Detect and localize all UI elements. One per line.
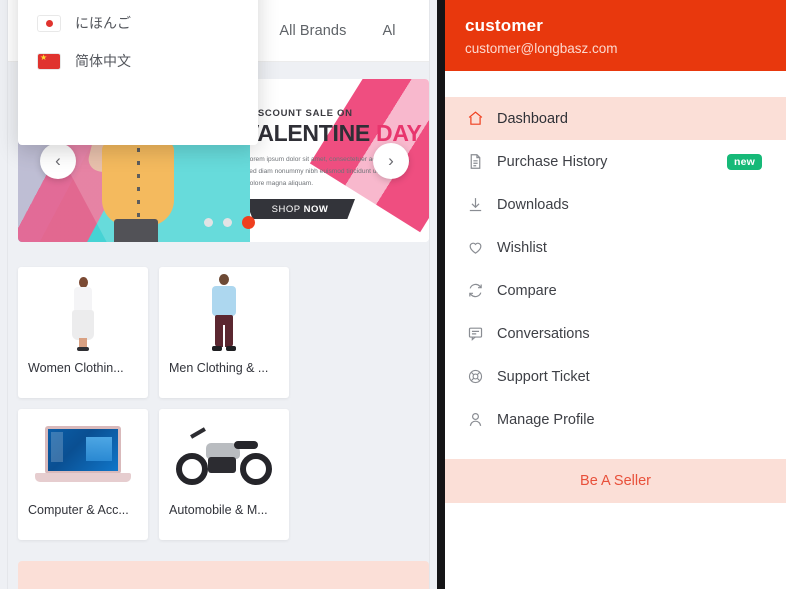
account-menu: Dashboard Purchase History new Downloads… xyxy=(445,71,786,441)
category-card-automobile-motorcycle[interactable]: Automobile & M... xyxy=(159,409,289,540)
carousel-dot-1[interactable] xyxy=(204,218,213,227)
todays-deal-banner[interactable]: Todays Deal Hot xyxy=(18,561,429,589)
motorcycle-thumbnail xyxy=(159,409,289,503)
menu-item-downloads[interactable]: Downloads xyxy=(445,183,786,226)
store-preview-panel: s All Brands Al DISCOUNT SALE ON VALENTI… xyxy=(0,0,437,589)
category-card-women-clothing[interactable]: Women Clothin... xyxy=(18,267,148,398)
menu-item-compare[interactable]: Compare xyxy=(445,269,786,312)
carousel-prev-button[interactable]: ‹ xyxy=(40,142,76,179)
menu-label: Downloads xyxy=(497,196,569,213)
category-card-computer-accessories[interactable]: Computer & Acc... xyxy=(18,409,148,540)
language-option-chinese[interactable]: 简体中文 xyxy=(18,42,258,80)
account-user-email: customer@longbasz.com xyxy=(465,40,618,56)
chevron-right-icon: › xyxy=(388,150,394,170)
account-panel: customer customer@longbasz.com Dashboard… xyxy=(445,0,786,589)
carousel-dot-3-active[interactable] xyxy=(242,216,255,229)
menu-label: Conversations xyxy=(497,325,590,342)
menu-label: Support Ticket xyxy=(497,368,590,385)
be-a-seller-label: Be A Seller xyxy=(580,473,651,489)
refresh-icon xyxy=(467,282,497,299)
chevron-left-icon: ‹ xyxy=(55,150,61,170)
store-page: s All Brands Al DISCOUNT SALE ON VALENTI… xyxy=(8,0,429,589)
be-a-seller-button[interactable]: Be A Seller xyxy=(445,459,786,503)
chat-icon xyxy=(467,325,497,342)
panel-divider xyxy=(437,0,445,589)
menu-item-dashboard[interactable]: Dashboard xyxy=(445,97,786,140)
language-label: 简体中文 xyxy=(75,53,131,69)
laptop-thumbnail xyxy=(18,409,148,503)
menu-label: Wishlist xyxy=(497,239,547,256)
dress-thumbnail xyxy=(18,267,148,361)
menu-item-manage-profile[interactable]: Manage Profile xyxy=(445,398,786,441)
nav-link-all-brands[interactable]: All Brands xyxy=(279,23,346,39)
carousel-dots[interactable] xyxy=(204,216,255,229)
category-label: Automobile & M... xyxy=(169,503,268,517)
status-badge-new: new xyxy=(726,153,762,170)
category-label: Women Clothin... xyxy=(28,361,124,375)
language-label: にほんご xyxy=(75,15,131,31)
menu-label: Compare xyxy=(497,282,557,299)
carousel-dot-2[interactable] xyxy=(223,218,232,227)
menu-item-support-ticket[interactable]: Support Ticket xyxy=(445,355,786,398)
carousel-next-button[interactable]: › xyxy=(373,142,409,179)
heart-icon xyxy=(467,239,497,256)
home-icon xyxy=(467,110,497,127)
menu-item-wishlist[interactable]: Wishlist xyxy=(445,226,786,269)
menu-label: Purchase History xyxy=(497,153,608,170)
user-icon xyxy=(467,411,497,428)
menu-item-conversations[interactable]: Conversations xyxy=(445,312,786,355)
category-label: Computer & Acc... xyxy=(28,503,129,517)
language-dropdown-menu[interactable]: French Deutsch にほんご 简体中文 xyxy=(18,0,258,145)
document-icon xyxy=(467,153,497,170)
account-header: customer customer@longbasz.com xyxy=(445,0,786,71)
nav-link-all-categories-truncated[interactable]: Al xyxy=(382,23,395,39)
category-card-men-clothing[interactable]: Men Clothing & ... xyxy=(159,267,289,398)
lifering-icon xyxy=(467,368,497,385)
language-option-japanese[interactable]: にほんご xyxy=(18,4,258,42)
account-user-name: customer xyxy=(465,15,544,35)
shop-now-button[interactable]: SHOP NOW xyxy=(250,199,355,219)
flag-japan-icon xyxy=(38,15,60,31)
mens-shirt-thumbnail xyxy=(159,267,289,361)
menu-label: Dashboard xyxy=(497,110,568,127)
menu-item-purchase-history[interactable]: Purchase History new xyxy=(445,140,786,183)
category-label: Men Clothing & ... xyxy=(169,361,269,375)
flag-china-icon xyxy=(38,53,60,69)
download-icon xyxy=(467,196,497,213)
category-grid: Women Clothin... Men Clothing & ... Comp… xyxy=(18,267,429,540)
promo-kicker: DISCOUNT SALE ON xyxy=(250,108,353,119)
menu-label: Manage Profile xyxy=(497,411,595,428)
